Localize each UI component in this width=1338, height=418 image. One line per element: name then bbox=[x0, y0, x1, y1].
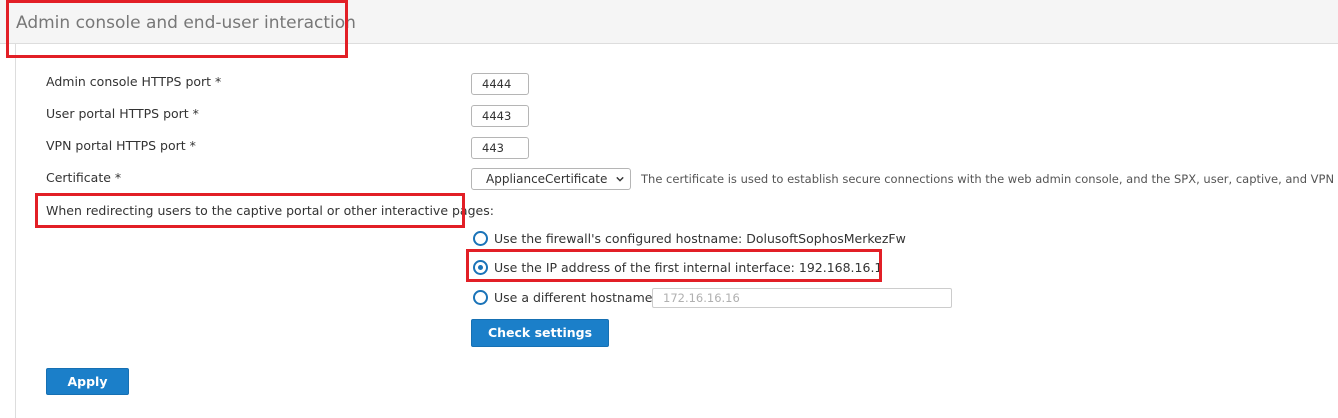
radio-option-label: Use the firewall's configured hostname: … bbox=[494, 231, 906, 246]
vpn-port-input[interactable] bbox=[471, 137, 529, 159]
radio-option-label: Use the IP address of the first internal… bbox=[494, 260, 883, 275]
radio-button-selected[interactable] bbox=[473, 260, 488, 275]
section-header: Admin console and end-user interaction bbox=[0, 0, 1338, 44]
user-port-label: User portal HTTPS port * bbox=[46, 106, 199, 121]
redirect-label: When redirecting users to the captive po… bbox=[46, 203, 494, 218]
radio-option-label: Use a different hostname: bbox=[494, 290, 657, 305]
admin-console-settings-page: Admin console and end-user interaction A… bbox=[0, 0, 1338, 418]
vpn-port-label: VPN portal HTTPS port * bbox=[46, 138, 196, 153]
radio-button[interactable] bbox=[473, 231, 488, 246]
certificate-select-value: ApplianceCertificate bbox=[486, 172, 608, 186]
chevron-down-icon bbox=[616, 176, 624, 182]
certificate-select[interactable]: ApplianceCertificate bbox=[471, 168, 631, 190]
radio-button[interactable] bbox=[473, 290, 488, 305]
user-port-input[interactable] bbox=[471, 105, 529, 127]
certificate-label: Certificate * bbox=[46, 170, 122, 185]
check-settings-button[interactable]: Check settings bbox=[471, 319, 609, 347]
section-title: Admin console and end-user interaction bbox=[16, 13, 356, 33]
admin-port-label: Admin console HTTPS port * bbox=[46, 74, 222, 89]
apply-button[interactable]: Apply bbox=[46, 368, 129, 395]
certificate-description: The certificate is used to establish sec… bbox=[641, 172, 1338, 186]
different-hostname-input[interactable] bbox=[652, 288, 952, 308]
section-border bbox=[15, 43, 16, 418]
admin-port-input[interactable] bbox=[471, 73, 529, 95]
